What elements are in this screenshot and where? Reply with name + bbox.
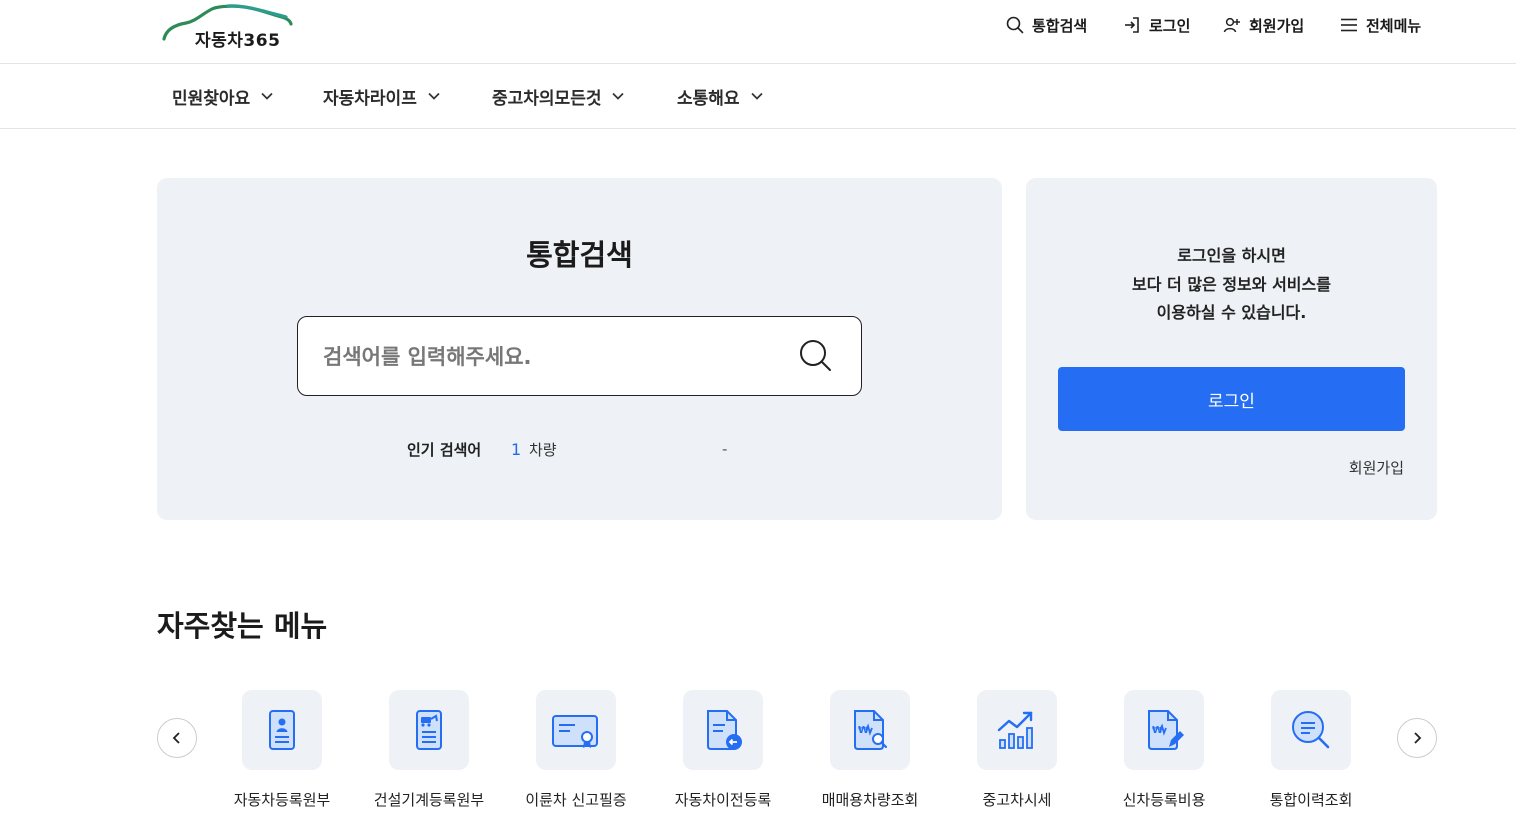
search-input[interactable] <box>323 339 783 375</box>
menu-icon-box <box>977 690 1057 770</box>
frequent-menu-item[interactable]: 자동차등록원부 <box>212 690 352 820</box>
document-search-icon: ₩ <box>854 710 888 750</box>
menu-icon-box <box>242 690 322 770</box>
popular-keywords-label: 인기 검색어 <box>407 440 482 459</box>
top-header: 자동차365 통합검색 로그인 회원가입 전체메뉴 <box>0 0 1516 64</box>
login-message: 로그인을 하시면 보다 더 많은 정보와 서비스를 이용하실 수 있습니다. <box>1026 242 1437 328</box>
gnb-item-car-life[interactable]: 자동차라이프 <box>323 84 443 109</box>
menu-label: 이륜차 신고필증 <box>525 791 627 809</box>
certificate-card-icon <box>552 715 598 748</box>
carousel-prev-button[interactable] <box>157 718 197 758</box>
menu-icon-box: ₩ <box>1124 690 1204 770</box>
menu-label: 매매용차량조회 <box>821 791 919 809</box>
frequent-menu-item[interactable]: 중고차시세 <box>947 690 1087 820</box>
history-search-icon <box>1292 711 1330 749</box>
menu-label: 건설기계등록원부 <box>373 791 485 809</box>
chevron-down-icon <box>261 92 273 100</box>
menu-icon-box <box>536 690 616 770</box>
document-pen-icon: ₩ <box>1148 710 1184 750</box>
login-button[interactable]: 로그인 <box>1058 367 1405 431</box>
util-search-label: 통합검색 <box>1032 16 1088 35</box>
gnb-item-label: 소통해요 <box>677 88 740 109</box>
search-icon <box>800 340 831 371</box>
login-icon <box>1122 15 1142 35</box>
util-search-link[interactable]: 통합검색 <box>1005 14 1087 36</box>
frequent-menu-item[interactable]: ₩ 신차등록비용 <box>1094 690 1234 820</box>
gnb-item-used-car[interactable]: 중고차의모든것 <box>492 84 627 109</box>
search-box <box>297 316 862 396</box>
util-join-link[interactable]: 회원가입 <box>1222 14 1304 36</box>
frequent-menu-title: 자주찾는 메뉴 <box>157 609 328 643</box>
integrated-search-panel: 통합검색 인기 검색어 1 차량 - <box>157 178 1002 520</box>
transfer-document-icon <box>707 710 742 750</box>
util-login-link[interactable]: 로그인 <box>1122 14 1190 36</box>
gnb-item-label: 민원찾아요 <box>172 88 251 109</box>
menu-icon-box <box>1271 690 1351 770</box>
menu-label: 신차등록비용 <box>1122 791 1206 809</box>
frequent-menu-item[interactable]: 건설기계등록원부 <box>359 690 499 820</box>
search-button[interactable] <box>797 337 835 375</box>
chart-up-icon <box>997 711 1033 749</box>
chevron-down-icon <box>428 92 440 100</box>
frequent-menu-item[interactable]: 통합이력조회 <box>1241 690 1381 820</box>
popular-keyword-rank: 1 <box>511 439 522 459</box>
logo-text: 자동차365 <box>195 31 281 51</box>
login-message-line: 로그인을 하시면 <box>1177 246 1286 265</box>
popular-keyword-placeholder: - <box>722 440 728 458</box>
construction-machine-document-icon <box>416 710 442 750</box>
search-icon <box>1005 15 1025 35</box>
main-navigation: 민원찾아요 자동차라이프 중고차의모든것 소통해요 <box>0 64 1516 129</box>
user-plus-icon <box>1222 15 1242 35</box>
util-allmenu-label: 전체메뉴 <box>1366 16 1422 35</box>
frequent-menu-item[interactable]: ₩ 매매용차량조회 <box>800 690 940 820</box>
site-logo[interactable]: 자동차365 <box>160 2 294 52</box>
menu-icon-box <box>389 690 469 770</box>
login-panel: 로그인을 하시면 보다 더 많은 정보와 서비스를 이용하실 수 있습니다. 로… <box>1026 178 1437 520</box>
menu-label: 중고차시세 <box>982 791 1052 809</box>
util-join-label: 회원가입 <box>1249 16 1305 35</box>
gnb-item-communication[interactable]: 소통해요 <box>677 84 766 109</box>
registration-document-icon <box>269 710 295 750</box>
join-link[interactable]: 회원가입 <box>1349 457 1404 478</box>
chevron-right-icon <box>1414 732 1422 744</box>
gnb-item-label: 중고차의모든것 <box>492 88 602 109</box>
menu-label: 자동차등록원부 <box>233 791 331 809</box>
search-title: 통합검색 <box>526 238 633 272</box>
util-login-label: 로그인 <box>1149 16 1191 35</box>
login-message-line: 보다 더 많은 정보와 서비스를 <box>1132 274 1331 294</box>
menu-icon-box: ₩ <box>830 690 910 770</box>
gnb-item-civil-service[interactable]: 민원찾아요 <box>172 84 276 109</box>
frequent-menu-item[interactable]: 이륜차 신고필증 <box>506 690 646 820</box>
chevron-down-icon <box>612 92 625 100</box>
util-allmenu-link[interactable]: 전체메뉴 <box>1339 14 1421 36</box>
chevron-down-icon <box>750 92 763 100</box>
carousel-next-button[interactable] <box>1397 718 1437 758</box>
menu-label: 통합이력조회 <box>1269 791 1353 809</box>
frequent-menu-item[interactable]: 자동차이전등록 <box>653 690 793 820</box>
menu-label: 자동차이전등록 <box>674 791 772 809</box>
gnb-item-label: 자동차라이프 <box>323 88 417 109</box>
hamburger-icon <box>1339 15 1359 35</box>
chevron-left-icon <box>172 732 180 744</box>
login-message-line: 이용하실 수 있습니다. <box>1156 303 1307 322</box>
popular-keyword-link[interactable]: 차량 <box>529 439 557 459</box>
menu-icon-box <box>683 690 763 770</box>
